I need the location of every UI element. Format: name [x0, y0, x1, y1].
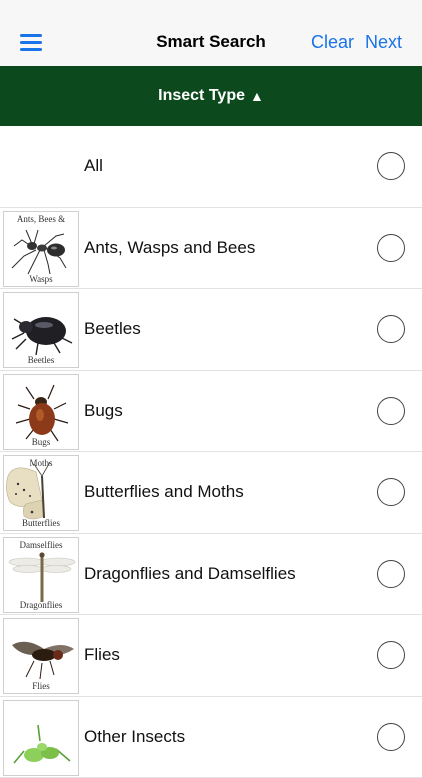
thumbnail-caption-top: Ants, Bees & — [4, 214, 78, 224]
list-item-label: Flies — [84, 645, 120, 665]
list-item-dragonflies-damselflies[interactable]: Damselflies Dragonflies Dragonflies and … — [0, 534, 422, 616]
dragonfly-thumbnail-image: Damselflies Dragonflies — [3, 537, 79, 613]
section-title: Insect Type — [158, 87, 245, 105]
fly-thumbnail-image: Flies — [3, 618, 79, 694]
navigation-bar: Smart Search Clear Next — [0, 0, 422, 66]
list-item-all[interactable]: All — [0, 126, 422, 208]
thumbnail-caption-bottom: Flies — [4, 681, 78, 691]
thumbnail-caption-bottom: Dragonflies — [4, 600, 78, 610]
list-item-flies[interactable]: Flies Flies — [0, 615, 422, 697]
radio-button[interactable] — [377, 234, 405, 262]
radio-button[interactable] — [377, 723, 405, 751]
hamburger-menu-icon[interactable] — [20, 34, 44, 52]
thumbnail-caption-bottom: Beetles — [4, 355, 78, 365]
radio-button[interactable] — [377, 315, 405, 343]
list-item-label: Bugs — [84, 401, 123, 421]
radio-button[interactable] — [377, 560, 405, 588]
radio-button[interactable] — [377, 478, 405, 506]
thumbnail-caption-bottom: Butterflies — [4, 518, 78, 528]
list-item-ants-wasps-bees[interactable]: Ants, Bees & Wasps Ants, Wasps and Bees — [0, 208, 422, 290]
sort-arrow-up-icon: ▲ — [250, 88, 264, 104]
insect-type-list: All Ants, Bees & Wasps Ants, Wasps and B… — [0, 126, 422, 778]
list-item-label: Butterflies and Moths — [84, 482, 244, 502]
beetle-thumbnail-image: Beetles — [3, 292, 79, 368]
thumbnail-caption-bottom: Bugs — [4, 437, 78, 447]
radio-button[interactable] — [377, 152, 405, 180]
thumbnail-caption-top: Moths — [4, 458, 78, 468]
list-item-butterflies-moths[interactable]: Moths Butterflies Butterflies and Moths — [0, 452, 422, 534]
thumbnail-caption-bottom: Wasps — [4, 274, 78, 284]
list-item-label: Dragonflies and Damselflies — [84, 564, 296, 584]
list-item-label: Other Insects — [84, 727, 185, 747]
next-button[interactable]: Next — [365, 32, 402, 53]
list-item-bugs[interactable]: Bugs Bugs — [0, 371, 422, 453]
list-item-label: Beetles — [84, 319, 141, 339]
thumbnail-caption-top: Damselflies — [4, 540, 78, 550]
other-insect-thumbnail-image — [3, 700, 79, 776]
list-item-other-insects[interactable]: Other Insects — [0, 697, 422, 778]
butterfly-thumbnail-image: Moths Butterflies — [3, 455, 79, 531]
ant-thumbnail-image: Ants, Bees & Wasps — [3, 211, 79, 287]
page-title: Smart Search — [0, 32, 422, 52]
list-item-label: Ants, Wasps and Bees — [84, 238, 255, 258]
list-item-beetles[interactable]: Beetles Beetles — [0, 289, 422, 371]
radio-button[interactable] — [377, 641, 405, 669]
bug-thumbnail-image: Bugs — [3, 374, 79, 450]
radio-button[interactable] — [377, 397, 405, 425]
insect-type-header[interactable]: Insect Type ▲ — [0, 66, 422, 126]
list-item-label: All — [84, 156, 103, 176]
clear-button[interactable]: Clear — [311, 32, 354, 53]
